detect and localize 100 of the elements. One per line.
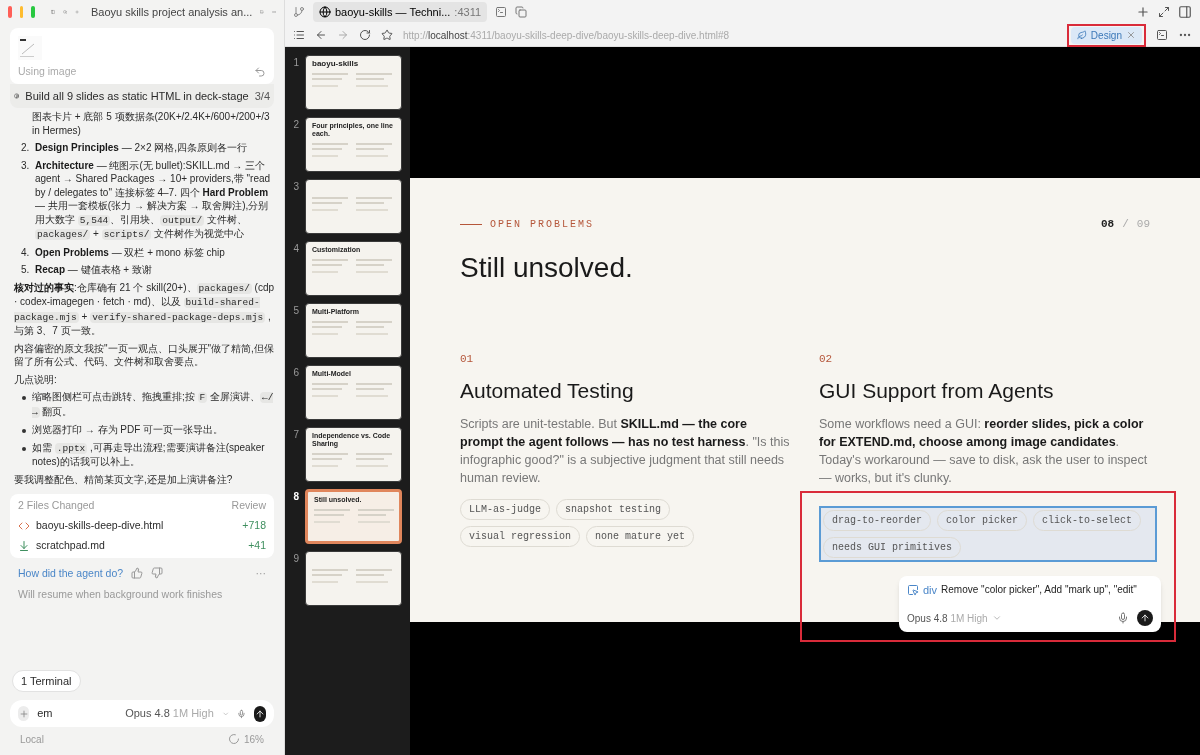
tab-title: baoyu-skills — Techni... (335, 4, 451, 20)
model-selector[interactable]: Opus 4.8 1M High (125, 705, 214, 722)
thumbnail-title: baoyu-skills (312, 60, 360, 68)
list-number: 3. (21, 158, 31, 173)
leaf-icon (1076, 30, 1087, 40)
element-select-icon (907, 583, 919, 596)
microphone-icon[interactable] (237, 707, 247, 720)
page-number: 08 (1101, 217, 1115, 232)
close-window-button[interactable] (8, 6, 12, 18)
panel-icon[interactable] (1178, 5, 1192, 19)
terminal-icon[interactable] (1156, 29, 1168, 41)
loading-icon (228, 733, 240, 745)
file-name: baoyu-skills-deep-dive.html (36, 518, 164, 533)
microphone-icon[interactable] (1117, 612, 1129, 624)
attachment-caption: Using image (18, 64, 77, 79)
slide-number: 1 (292, 56, 299, 70)
message-input[interactable]: em (37, 705, 118, 722)
status-text: Will resume when background work finishes (17, 587, 224, 603)
terminal-icon[interactable] (495, 6, 508, 18)
message-paragraph: 几点说明: (14, 372, 58, 387)
design-chip[interactable]: Design (1070, 26, 1142, 44)
slide-thumbnail[interactable]: baoyu-skills (305, 55, 402, 110)
list-number: 4. (21, 245, 31, 260)
chevron-icon (991, 613, 1002, 623)
feedback-question[interactable]: How did the agent do? (18, 565, 124, 582)
bullet-icon (22, 429, 26, 434)
slide-number: 6 (292, 366, 299, 380)
usage-percent: 16% (244, 732, 264, 747)
list-icon[interactable] (293, 29, 305, 41)
tag-group[interactable]: drag-to-reorder color picker click-to-select needs GUI primitives (819, 505, 1157, 562)
slide-thumbnail[interactable] (305, 551, 402, 606)
files-changed-title: 2 Files Changed (18, 498, 95, 514)
list-number: 2. (21, 141, 31, 155)
message-paragraph: 核对过的事实:仓库确有 21 个 skill(20+)、 packages/ (cdp · codex-imagegen · fetch · md)、以及 build-shared-package.mjs + verify-shared-package-deps.mjs ,与第 3、7 页一致。 (14, 280, 276, 338)
problem-number: 01 (460, 351, 475, 367)
changed-file-row[interactable]: scratchpad.md +41 (18, 537, 266, 554)
zoom-window-button[interactable] (31, 6, 35, 18)
message-paragraph: 内容偏密的原文我按"一页一观点、口头展开"做了精简,但保留了所有公式、代码、文件树和取舍要点。 (14, 341, 275, 369)
slide-eyebrow: OPEN PROBLEMS (490, 217, 594, 232)
slide-number: 5 (292, 304, 299, 318)
list-number: 5. (21, 263, 31, 277)
tag-group[interactable]: LLM-as-judge snapshot testing visual regression none mature yet (460, 498, 791, 547)
page-total: 09 (1136, 217, 1150, 232)
task-text: Build all 9 slides as static HTML in deck-stage (25, 88, 249, 104)
plus-icon[interactable] (1136, 5, 1150, 19)
lines-added: +41 (248, 537, 266, 553)
list-item-text: 图表卡片 + 底部 5 项数据条(20K+/2.4K+/600+/200+/3 in Hermes) (31, 110, 271, 138)
send-button[interactable] (1137, 610, 1153, 626)
problem-description: Some workflows need a GUI: reorder slides, pick a color for EXTEND.md, choose among image candidates. Today's workaround — save to disk, ask the user to inspect — works, but it's clunky. (819, 415, 1149, 487)
lines-added: +718 (242, 518, 266, 533)
download-icon (18, 539, 30, 552)
file-name: scratchpad.md (36, 537, 105, 553)
thumbs-up-icon[interactable] (131, 567, 144, 580)
bullet-icon (22, 396, 26, 401)
branch-icon[interactable] (293, 6, 305, 18)
send-button[interactable] (254, 705, 266, 722)
message-paragraph: 要我调整配色、精简某页文字,还是加上演讲备注? (14, 472, 234, 487)
slide-number: 9 (292, 552, 299, 566)
slide-number: 3 (292, 180, 299, 194)
slide-number: 2 (292, 118, 299, 132)
problem-title: GUI Support from Agents (819, 378, 1055, 404)
slide-number: 4 (292, 242, 299, 256)
slide-number: 8 (292, 490, 299, 504)
arrow-up-icon (1140, 613, 1150, 623)
globe-icon (319, 6, 331, 18)
reload-icon[interactable] (359, 29, 371, 41)
slide-title: Still unsolved. (460, 250, 634, 285)
list-item-text: Open Problems — 双栏 + mono 标签 chip (35, 245, 225, 260)
url-field[interactable]: http://localhost:4311/baoyu-skills-deep-dive/baoyu-skills-deep-dive.html#8 (403, 27, 730, 43)
arrow-up-icon (255, 708, 266, 719)
step-count: 3/4 (254, 88, 270, 104)
slide-thumbnail[interactable] (305, 179, 402, 234)
task-row[interactable]: Build all 9 slides as static HTML in deck-stage 3/4 (10, 83, 274, 109)
changed-file-row[interactable]: baoyu-skills-deep-dive.html +718 (18, 518, 266, 534)
reply-icon[interactable] (254, 65, 266, 78)
prompt-input[interactable]: Remove "color picker", Add "mark up", "edit" (941, 582, 1153, 598)
bullet-text: 缩略图侧栏可点击跳转、拖拽重排;按 F 全屏演讲、 ←/→ 翻页。 (32, 390, 275, 420)
element-tag: div (923, 581, 938, 598)
window-title: Baoyu skills project analysis an... (90, 4, 253, 20)
add-button[interactable] (18, 706, 30, 721)
problem-title: Automated Testing (460, 378, 635, 404)
terminal-chip[interactable]: 1 Terminal (12, 669, 81, 692)
bullet-icon (22, 446, 26, 451)
copy-icon[interactable] (515, 6, 528, 18)
list-item-text: Design Principles — 2×2 网格,四条原则各一行 (35, 141, 247, 155)
expand-icon[interactable] (1158, 6, 1170, 18)
page-separator: / (1122, 217, 1129, 232)
tab-port: :4311 (454, 4, 482, 20)
close-icon[interactable] (1126, 30, 1136, 40)
minimize-window-button[interactable] (19, 6, 24, 18)
forward-icon[interactable] (337, 29, 349, 41)
list-item-text: Recap — 键值表格 + 致谢 (35, 263, 152, 277)
bookmark-icon[interactable] (381, 29, 393, 41)
slide-number: 7 (292, 428, 299, 442)
back-icon[interactable] (315, 29, 327, 41)
list-item-text: Architecture — 纯图示(无 bullet):SKILL.md → 三个 agent → Shared Packages → 10+ providers,带 "read by / delegates to" 连接标签 4–7. 四个 Hard Problem — 共用一套模板(张力 → 解决方案 → 取舍脚注),分别用大数字 5,544 、引用块、 output/ 文件树、 packages/ + scripts/ 文件树作为视觉中心 (35, 158, 272, 242)
model-selector[interactable]: Opus 4.8 1M High (907, 610, 988, 626)
thumbs-down-icon[interactable] (151, 567, 164, 580)
problem-number: 02 (819, 351, 834, 367)
browser-tab[interactable]: baoyu-skills — Techni... :4311 (313, 1, 488, 23)
